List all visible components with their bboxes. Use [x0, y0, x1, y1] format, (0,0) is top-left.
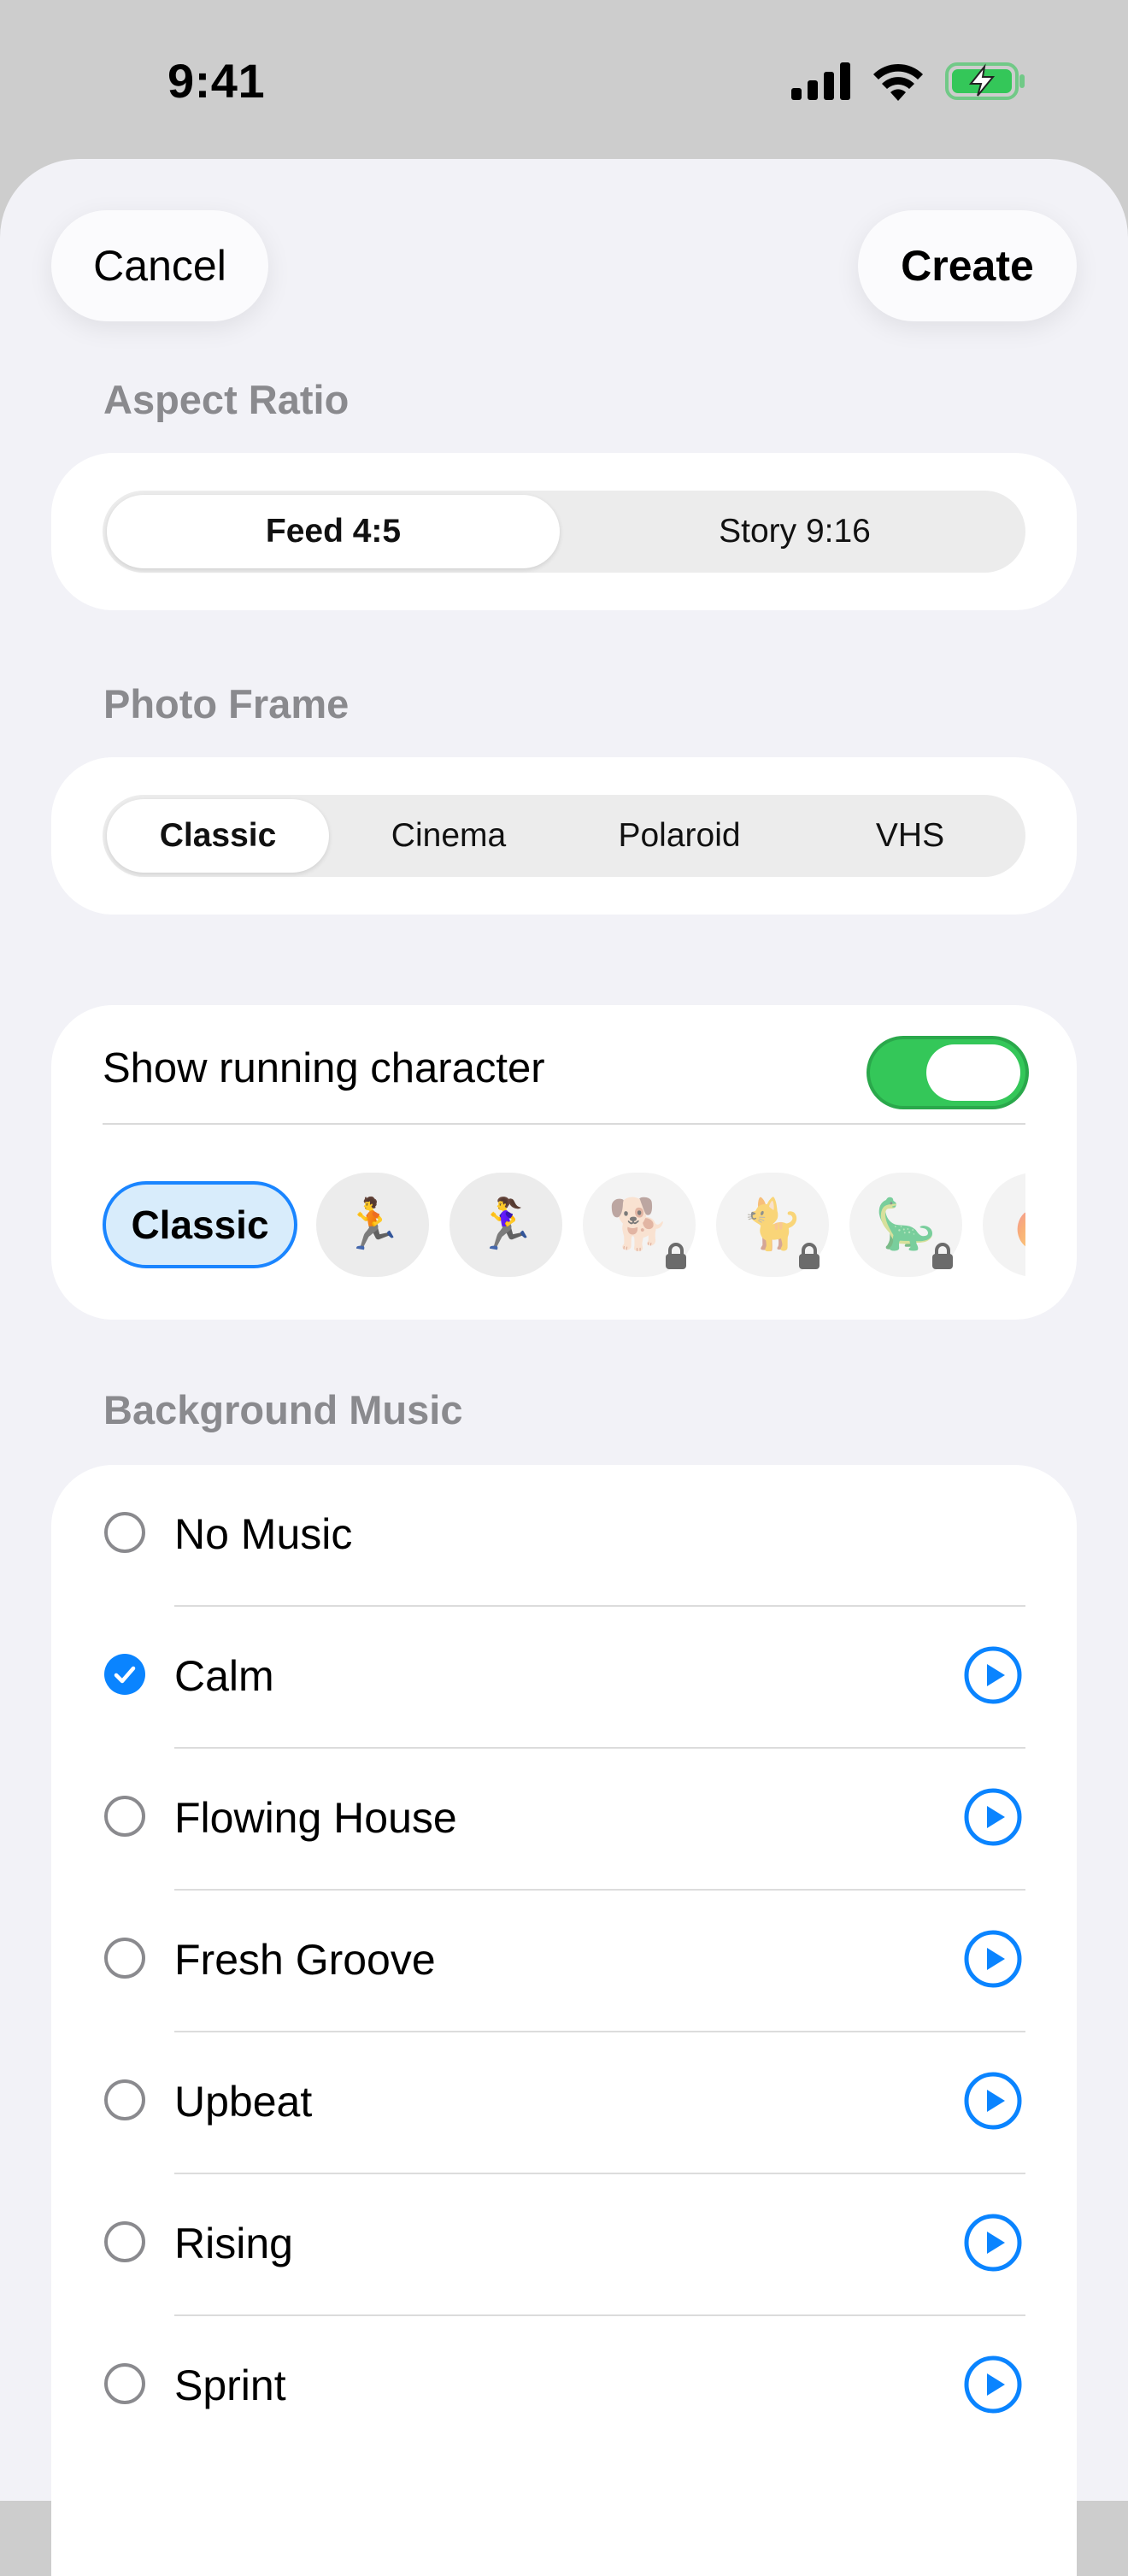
music-label: Upbeat	[174, 2078, 313, 2126]
dog-icon[interactable]: 🐕	[583, 1173, 696, 1277]
character-picker: Classic 🏃 🏃‍♀️ 🐕 🐈 🦕 🔥	[103, 1173, 1025, 1279]
music-option[interactable]: Calm	[51, 1607, 1077, 1749]
play-preview-icon[interactable]	[964, 2214, 1022, 2272]
character-card: Show running character Classic 🏃 🏃‍♀️ 🐕 …	[51, 1005, 1077, 1320]
cancel-button[interactable]: Cancel	[51, 210, 268, 321]
music-label: Flowing House	[174, 1794, 457, 1842]
create-sheet: Cancel Create Aspect Ratio Feed 4:5 Stor…	[0, 159, 1128, 2576]
segment-polaroid[interactable]: Polaroid	[568, 799, 790, 873]
lock-icon	[799, 1243, 820, 1269]
aspect-ratio-control: Feed 4:5 Story 9:16	[103, 491, 1025, 573]
photo-frame-control: Classic Cinema Polaroid VHS	[103, 795, 1025, 877]
show-character-label: Show running character	[103, 1045, 545, 1091]
status-bar: 9:41	[0, 0, 1128, 154]
create-button[interactable]: Create	[858, 210, 1077, 321]
toggle-knob	[926, 1044, 1020, 1101]
segment-story[interactable]: Story 9:16	[568, 495, 1021, 568]
cat-icon[interactable]: 🐈	[716, 1173, 829, 1277]
music-label: Sprint	[174, 2361, 286, 2409]
music-option[interactable]: No Music	[51, 1465, 1077, 1607]
status-icons	[791, 62, 1025, 101]
music-label: Rising	[174, 2220, 293, 2267]
radio-button[interactable]	[104, 1938, 145, 1979]
lock-icon	[666, 1243, 686, 1269]
music-option[interactable]: Fresh Groove	[51, 1891, 1077, 2032]
show-character-toggle[interactable]	[867, 1036, 1029, 1109]
radio-button[interactable]	[104, 2079, 145, 2120]
aspect-ratio-title: Aspect Ratio	[103, 377, 350, 422]
play-preview-icon[interactable]	[964, 1788, 1022, 1846]
music-label: No Music	[174, 1510, 353, 1558]
radio-button[interactable]	[104, 1796, 145, 1837]
segment-classic[interactable]: Classic	[107, 799, 329, 873]
radio-button[interactable]	[104, 2221, 145, 2262]
checkmark-icon	[114, 1666, 136, 1684]
radio-button-checked[interactable]	[104, 1654, 145, 1695]
music-option[interactable]: Upbeat	[51, 2032, 1077, 2174]
fire-icon[interactable]: 🔥	[983, 1173, 1025, 1277]
wifi-icon	[873, 63, 923, 101]
segment-cinema[interactable]: Cinema	[338, 799, 560, 873]
music-option[interactable]: Rising	[51, 2174, 1077, 2316]
music-card: No Music Calm Flowing House Fresh Groove…	[51, 1465, 1077, 2576]
music-label: Fresh Groove	[174, 1936, 436, 1984]
lock-icon	[932, 1243, 953, 1269]
character-chip-classic[interactable]: Classic	[103, 1181, 297, 1268]
battery-charging-icon	[945, 62, 1025, 100]
play-preview-icon[interactable]	[964, 1646, 1022, 1704]
background-music-title: Background Music	[103, 1387, 463, 1432]
cellular-signal-icon	[791, 62, 850, 100]
status-time: 9:41	[167, 54, 266, 108]
music-option[interactable]: Sprint	[51, 2316, 1077, 2458]
radio-button[interactable]	[104, 2363, 145, 2404]
music-label: Calm	[174, 1652, 274, 1700]
photo-frame-title: Photo Frame	[103, 681, 350, 726]
aspect-ratio-card: Feed 4:5 Story 9:16	[51, 453, 1077, 610]
play-preview-icon[interactable]	[964, 2072, 1022, 2130]
music-option[interactable]: Flowing House	[51, 1749, 1077, 1891]
photo-frame-card: Classic Cinema Polaroid VHS	[51, 757, 1077, 915]
dinosaur-icon[interactable]: 🦕	[849, 1173, 962, 1277]
man-running-icon[interactable]: 🏃	[316, 1173, 429, 1277]
play-preview-icon[interactable]	[964, 1930, 1022, 1988]
segment-feed[interactable]: Feed 4:5	[107, 495, 560, 568]
woman-running-icon[interactable]: 🏃‍♀️	[449, 1173, 562, 1277]
divider	[103, 1123, 1025, 1125]
play-preview-icon[interactable]	[964, 2355, 1022, 2414]
radio-button[interactable]	[104, 1512, 145, 1553]
segment-vhs[interactable]: VHS	[799, 799, 1021, 873]
